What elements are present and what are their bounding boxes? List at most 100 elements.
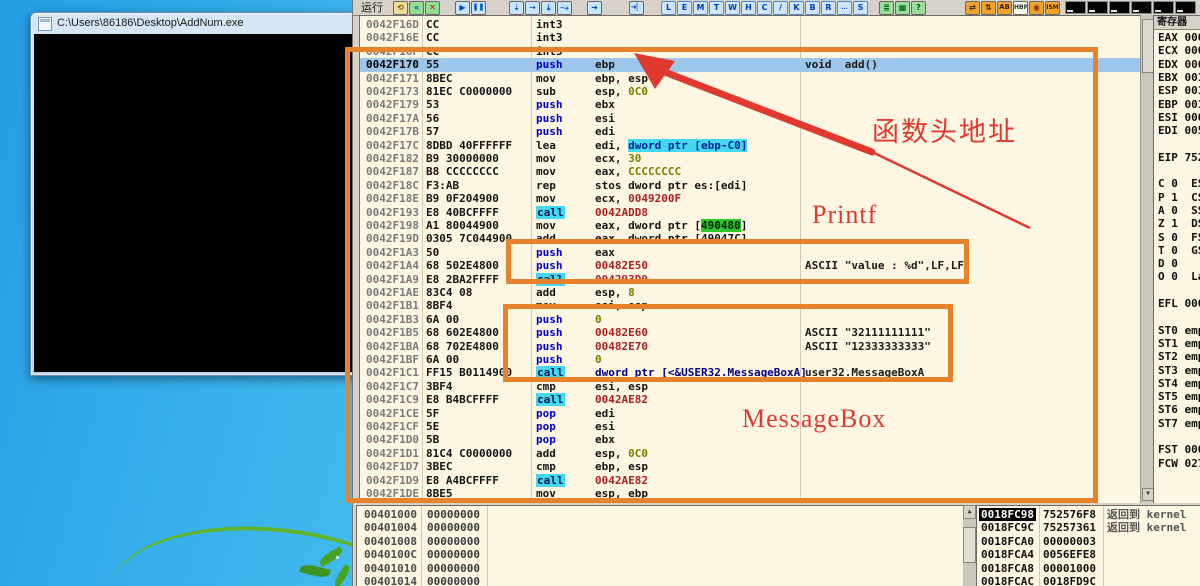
options-button[interactable]: ≣ xyxy=(879,0,894,15)
letter-button-W[interactable]: W xyxy=(725,0,740,15)
register-row[interactable]: T 0 GS xyxy=(1158,244,1200,257)
register-row[interactable]: Z 1 DS xyxy=(1158,217,1200,230)
dump-row[interactable]: 00401004 00000000 xyxy=(357,521,964,534)
register-row[interactable]: EIP 7525 xyxy=(1158,151,1200,164)
letter-button-L[interactable]: L xyxy=(661,0,676,15)
letter-button-E[interactable]: E xyxy=(677,0,692,15)
trace-into-button[interactable]: ⤓ xyxy=(541,0,556,15)
register-row[interactable]: EDX 0000 xyxy=(1158,58,1200,71)
letter-button-R[interactable]: R xyxy=(821,0,836,15)
console-titlebar[interactable]: C:\Users\86186\Desktop\AddNum.exe xyxy=(31,13,359,33)
disasm-row[interactable]: 0042F1D7 3BEC cmp ebp, esp xyxy=(360,460,1140,473)
dump-scrollbar[interactable]: ▲ xyxy=(963,505,976,586)
disasm-row[interactable]: 0042F16F CC int3 xyxy=(360,45,1140,58)
register-row[interactable]: ST4 emp xyxy=(1158,377,1200,390)
disasm-row[interactable]: 0042F1DE 8BE5 mov esp, ebp xyxy=(360,487,1140,500)
stack-row[interactable]: 0018FC9C 75257361 返回到 kernel xyxy=(977,521,1200,534)
dump-row[interactable]: 00401014 00000000 xyxy=(357,575,964,586)
restart-button[interactable]: « xyxy=(409,0,424,15)
windows-button[interactable]: ▦ xyxy=(895,0,910,15)
disasm-row[interactable]: 0042F173 81EC C0000000 sub esp, 0C0 xyxy=(360,85,1140,98)
open-button[interactable]: ⟲ xyxy=(393,0,408,15)
disasm-row[interactable]: 0042F1A3 50 push eax xyxy=(360,246,1140,259)
disasm-row[interactable]: 0042F17C 8DBD 40FFFFFF lea edi, dword ptr [… xyxy=(360,138,1140,152)
disasm-row[interactable]: 0042F1D9 E8 A4BCFFFF call 0042AE82 xyxy=(360,473,1140,487)
register-row[interactable]: ST5 emp xyxy=(1158,390,1200,403)
disasm-row[interactable]: 0042F171 8BEC mov ebp, esp xyxy=(360,72,1140,85)
toolbar-slot[interactable] xyxy=(1109,1,1130,14)
plugin-target-button[interactable]: ◉ xyxy=(1029,0,1044,15)
dump-row[interactable]: 00401008 00000000 xyxy=(357,535,964,548)
register-row[interactable]: D 0 xyxy=(1158,257,1200,270)
disasm-row[interactable]: 0042F193 E8 40BCFFFF call 0042ADD8 xyxy=(360,205,1140,219)
disasm-row[interactable]: 0042F17B 57 push edi xyxy=(360,125,1140,138)
run-menu[interactable]: 运行 xyxy=(353,1,389,15)
goto-button[interactable]: ➜▏ xyxy=(629,0,644,15)
register-row[interactable]: ESI 0000 xyxy=(1158,111,1200,124)
disasm-row[interactable]: 0042F1CE 5F pop edi xyxy=(360,407,1140,420)
disasm-row[interactable]: 0042F17A 56 push esi xyxy=(360,112,1140,125)
register-row[interactable]: FCW 027B xyxy=(1158,457,1200,470)
trace-over-button[interactable]: ⤍ xyxy=(557,0,572,15)
console-client[interactable] xyxy=(34,34,356,372)
register-row[interactable]: A 0 SS xyxy=(1158,204,1200,217)
register-row[interactable]: ESP 0018 xyxy=(1158,84,1200,97)
scroll-up-arrow[interactable]: ▲ xyxy=(963,505,976,519)
toolbar-slot[interactable] xyxy=(1153,1,1174,14)
letter-button-T[interactable]: T xyxy=(709,0,724,15)
toolbar-slot[interactable] xyxy=(1065,1,1086,14)
disasm-row[interactable]: 0042F1B3 6A 00 push 0 xyxy=(360,313,1140,326)
disasm-row[interactable]: 0042F1C9 E8 B4BCFFFF call 0042AE82 xyxy=(360,393,1140,407)
register-row[interactable]: EAX 0000 xyxy=(1158,31,1200,44)
register-row[interactable]: ST3 emp xyxy=(1158,364,1200,377)
register-row[interactable]: ST6 emp xyxy=(1158,403,1200,416)
letter-button-K[interactable]: K xyxy=(789,0,804,15)
stack-row[interactable]: 0018FCA8 00001000 xyxy=(977,562,1200,575)
disasm-row[interactable]: 0042F1C1 FF15 B0114900 call dword ptr [<&US… xyxy=(360,366,1140,380)
register-row[interactable]: FST 0000 xyxy=(1158,443,1200,456)
disasm-scrollbar[interactable]: ▼ xyxy=(1140,15,1154,503)
register-row[interactable]: ST7 emp xyxy=(1158,417,1200,430)
register-row[interactable]: C 0 ES xyxy=(1158,177,1200,190)
disasm-row[interactable]: 0042F18E B9 0F204900 mov ecx, 0049200F xyxy=(360,192,1140,205)
disasm-row[interactable]: 0042F179 53 push ebx xyxy=(360,98,1140,111)
letter-button-B[interactable]: B xyxy=(805,0,820,15)
pause-button[interactable]: ❚❚ xyxy=(471,0,486,15)
disasm-row[interactable]: 0042F182 B9 30000000 mov ecx, 30 xyxy=(360,152,1140,165)
register-row[interactable]: ST2 emp xyxy=(1158,350,1200,363)
disasm-row[interactable]: 0042F1BF 6A 00 push 0 xyxy=(360,353,1140,366)
plugin-ism-button[interactable]: ISM xyxy=(1045,0,1060,15)
letter-button-xxx[interactable]: ... xyxy=(837,0,852,15)
stack-row[interactable]: 0018FCAC 0018FD9C xyxy=(977,575,1200,586)
letter-button-H[interactable]: H xyxy=(741,0,756,15)
stack-row[interactable]: 0018FCA0 00000003 xyxy=(977,535,1200,548)
until-return-button[interactable]: ➜ xyxy=(587,0,602,15)
disasm-row[interactable]: 0042F1B5 68 602E4800 push 00482E60 ASCII "32… xyxy=(360,326,1140,339)
disasm-row[interactable]: 0042F16D CC int3 xyxy=(360,18,1140,31)
plugin-swap-button[interactable]: ⇄ xyxy=(965,0,980,15)
dump-row[interactable]: 00401010 00000000 xyxy=(357,562,964,575)
plugin-updown-button[interactable]: ⇅ xyxy=(981,0,996,15)
disasm-row[interactable]: 0042F1A4 68 502E4800 push 00482E50 ASCII "va… xyxy=(360,259,1140,272)
toolbar-slot[interactable] xyxy=(1131,1,1152,14)
disasm-row[interactable]: 0042F1CF 5E pop esi xyxy=(360,420,1140,433)
toolbar-slot[interactable] xyxy=(1087,1,1108,14)
letter-button-x[interactable]: / xyxy=(773,0,788,15)
register-row[interactable]: O 0 Las xyxy=(1158,270,1200,283)
step-into-button[interactable]: ⇣ xyxy=(509,0,524,15)
disasm-row[interactable]: 0042F1A9 E8 2BA2FFFF call 004293D9 xyxy=(360,272,1140,286)
letter-button-M[interactable]: M xyxy=(693,0,708,15)
plugin-ab-button[interactable]: AB xyxy=(997,0,1012,15)
step-over-button[interactable]: ⇢ xyxy=(525,0,540,15)
close-button[interactable]: ✕ xyxy=(425,0,440,15)
dump-row[interactable]: 00401000 00000000 xyxy=(357,508,964,521)
stack-row[interactable]: 0018FCA4 0056EFE8 xyxy=(977,548,1200,561)
disasm-row[interactable]: 0042F1AE 83C4 08 add esp, 8 xyxy=(360,286,1140,299)
disasm-row[interactable]: 0042F1D1 81C4 C0000000 add esp, 0C0 xyxy=(360,447,1140,460)
register-row[interactable]: EDI 005C xyxy=(1158,124,1200,137)
register-row[interactable]: EFL 0000 xyxy=(1158,297,1200,310)
register-row[interactable]: S 0 FS xyxy=(1158,231,1200,244)
register-row[interactable]: ECX 0000 xyxy=(1158,44,1200,57)
register-row[interactable]: P 1 CS xyxy=(1158,191,1200,204)
letter-button-C[interactable]: C xyxy=(757,0,772,15)
